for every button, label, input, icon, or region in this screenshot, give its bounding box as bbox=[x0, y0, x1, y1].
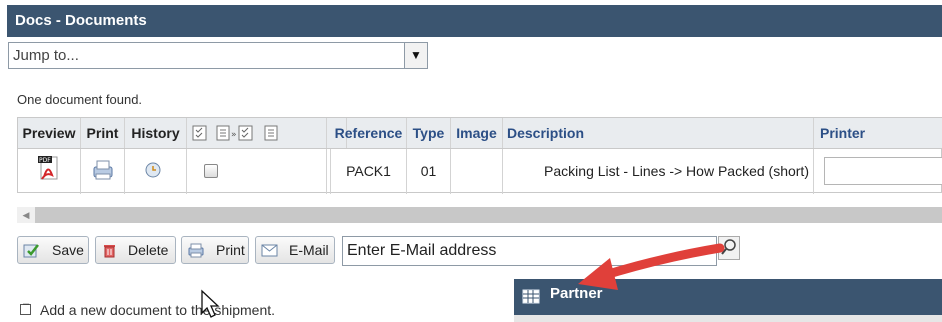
horizontal-scrollbar[interactable]: ◀ bbox=[17, 207, 942, 223]
description-cell: Packing List - Lines -> How Packed (shor… bbox=[503, 149, 814, 194]
jump-select-value: Jump to... bbox=[13, 47, 79, 64]
printer-input[interactable] bbox=[824, 157, 942, 185]
print-label: Print bbox=[216, 242, 245, 258]
table-header: Preview Print History » Reference Type I… bbox=[18, 118, 942, 149]
chevron-down-icon[interactable]: ▼ bbox=[404, 43, 427, 68]
printer-icon[interactable] bbox=[81, 149, 125, 194]
window-title: Docs - Documents bbox=[7, 5, 942, 37]
svg-text:»: » bbox=[231, 130, 237, 140]
documents-table: Preview Print History » Reference Type I… bbox=[17, 117, 942, 194]
history-clock-icon[interactable] bbox=[125, 149, 187, 194]
jump-select[interactable]: Jump to... ▼ bbox=[8, 42, 428, 69]
header-print: Print bbox=[81, 118, 125, 148]
header-preview: Preview bbox=[18, 118, 81, 148]
header-type[interactable]: Type bbox=[407, 118, 451, 148]
header-image[interactable]: Image bbox=[451, 118, 503, 148]
svg-text:PDF: PDF bbox=[39, 157, 51, 164]
save-button[interactable]: Save bbox=[17, 236, 89, 264]
save-icon bbox=[23, 244, 39, 258]
header-history: History bbox=[125, 118, 187, 148]
mouse-cursor-icon bbox=[201, 289, 220, 318]
history-cell bbox=[125, 149, 187, 194]
copy-select-icon bbox=[238, 125, 253, 141]
header-printer[interactable]: Printer bbox=[814, 118, 942, 148]
print-cell bbox=[81, 149, 125, 194]
table-row[interactable]: PDF PACK1 01 Packing List - Lines -> How… bbox=[18, 149, 942, 194]
row-checkbox[interactable] bbox=[204, 164, 218, 178]
checkbox-icon bbox=[192, 125, 207, 141]
result-count: One document found. bbox=[17, 92, 143, 107]
printer-cell bbox=[814, 149, 942, 194]
add-new-label: Add a new document to the shipment. bbox=[40, 302, 276, 318]
grid-icon bbox=[522, 289, 540, 304]
print-icon bbox=[188, 243, 204, 258]
scroll-left-icon[interactable]: ◀ bbox=[17, 207, 35, 223]
trash-icon bbox=[104, 245, 115, 258]
image-cell bbox=[451, 149, 503, 194]
reference-cell: PACK1 bbox=[331, 149, 407, 194]
header-description[interactable]: Description bbox=[503, 118, 814, 148]
print-button[interactable]: Print bbox=[181, 236, 249, 264]
pdf-icon[interactable]: PDF bbox=[18, 149, 81, 194]
header-icons-svg: » bbox=[192, 125, 278, 141]
select-all-icon: » bbox=[216, 125, 237, 141]
email-button[interactable]: E-Mail bbox=[255, 236, 335, 264]
form-icon bbox=[264, 125, 278, 141]
delete-button[interactable]: Delete bbox=[95, 236, 176, 264]
save-label: Save bbox=[52, 242, 84, 258]
preview-cell: PDF bbox=[18, 149, 81, 194]
type-cell: 01 bbox=[407, 149, 451, 194]
partner-content bbox=[514, 315, 942, 322]
email-label: E-Mail bbox=[289, 242, 329, 258]
header-reference[interactable]: Reference bbox=[331, 118, 407, 148]
minus-glyph: – bbox=[23, 298, 30, 310]
email-icon bbox=[261, 244, 278, 257]
header-action-icons: » bbox=[187, 118, 327, 148]
select-cell bbox=[187, 149, 327, 194]
red-arrow-icon bbox=[578, 243, 725, 290]
delete-label: Delete bbox=[128, 242, 169, 258]
